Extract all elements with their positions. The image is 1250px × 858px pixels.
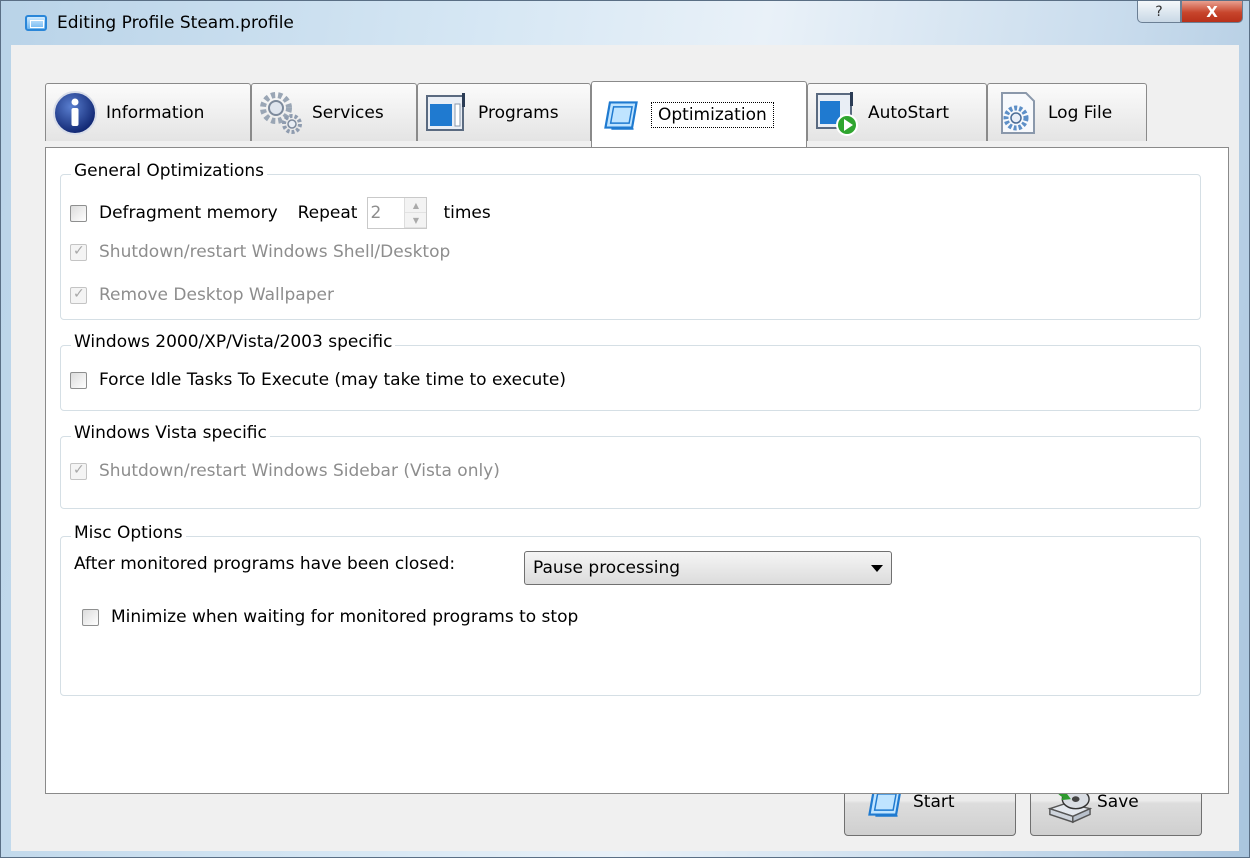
start-label: Start — [913, 792, 955, 812]
tab-programs[interactable]: Programs — [417, 83, 591, 141]
minimize-checkbox[interactable] — [82, 608, 99, 626]
spin-up-icon[interactable]: ▲ — [405, 198, 427, 213]
spinner-buttons: ▲ ▼ — [404, 198, 427, 228]
idle-tasks-label[interactable]: Force Idle Tasks To Execute (may take ti… — [99, 370, 566, 390]
tab-label: Programs — [478, 102, 559, 123]
close-button[interactable]: X — [1181, 1, 1243, 23]
tab-autostart[interactable]: AutoStart — [807, 83, 987, 141]
repeat-label: Repeat — [297, 203, 358, 223]
tab-information[interactable]: Information — [45, 83, 251, 141]
defragment-checkbox[interactable] — [70, 204, 87, 222]
info-icon — [53, 90, 97, 135]
window-controls: ? X — [1137, 1, 1243, 23]
defragment-label[interactable]: Defragment memory — [99, 203, 278, 223]
sidebar-checkbox — [70, 462, 87, 480]
shell-label: Shutdown/restart Windows Shell/Desktop — [99, 242, 451, 262]
times-label: times — [443, 203, 491, 223]
tab-label: Information — [106, 102, 205, 123]
after-closed-label: After monitored programs have been close… — [74, 554, 456, 574]
repeat-value[interactable]: 2 — [368, 198, 404, 228]
sidebar-label: Shutdown/restart Windows Sidebar (Vista … — [99, 461, 500, 481]
title-bar[interactable]: Editing Profile Steam.profile ? X — [1, 1, 1249, 45]
tab-label: Services — [312, 102, 384, 123]
autostart-icon — [816, 91, 858, 136]
idle-tasks-row: Force Idle Tasks To Execute (may take ti… — [70, 370, 566, 390]
defragment-row: Defragment memory Repeat 2 ▲ ▼ times — [70, 197, 491, 229]
wallpaper-checkbox — [70, 286, 87, 304]
wallpaper-label: Remove Desktop Wallpaper — [99, 285, 334, 305]
log-file-icon — [1001, 91, 1035, 134]
minimize-row: Minimize when waiting for monitored prog… — [82, 607, 578, 627]
tab-label: Optimization — [651, 101, 774, 128]
programs-icon — [426, 92, 465, 131]
tab-label: Log File — [1048, 102, 1113, 123]
after-closed-select[interactable]: Pause processing — [524, 551, 892, 585]
save-label: Save — [1097, 792, 1139, 812]
tab-optimization[interactable]: Optimization — [591, 81, 807, 147]
sidebar-row: Shutdown/restart Windows Sidebar (Vista … — [70, 461, 500, 481]
help-button[interactable]: ? — [1137, 1, 1181, 23]
group-title: Windows Vista specific — [71, 423, 270, 443]
group-title: Misc Options — [71, 523, 186, 543]
window-title: Editing Profile Steam.profile — [57, 13, 294, 33]
shell-checkbox — [70, 243, 87, 261]
chevron-down-icon — [871, 565, 883, 572]
optimization-icon — [604, 100, 638, 130]
wallpaper-row: Remove Desktop Wallpaper — [70, 285, 334, 305]
tab-services[interactable]: Services — [251, 83, 417, 141]
group-title: General Optimizations — [71, 161, 268, 181]
dialog-window: Editing Profile Steam.profile ? X Inform… — [0, 0, 1250, 858]
after-closed-value: Pause processing — [533, 558, 681, 578]
app-icon — [25, 15, 47, 31]
group-title: Windows 2000/XP/Vista/2003 specific — [71, 332, 396, 352]
gears-icon — [260, 91, 302, 134]
minimize-label[interactable]: Minimize when waiting for monitored prog… — [111, 607, 578, 627]
dialog-client: Information Services Programs Optimizati… — [11, 45, 1239, 851]
optimization-panel: General Optimizations Defragment memory … — [45, 147, 1229, 794]
idle-tasks-checkbox[interactable] — [70, 371, 87, 389]
tab-log-file[interactable]: Log File — [987, 83, 1147, 141]
shell-row: Shutdown/restart Windows Shell/Desktop — [70, 242, 450, 262]
spin-down-icon[interactable]: ▼ — [405, 213, 427, 228]
tab-label: AutoStart — [868, 102, 949, 123]
repeat-spinner[interactable]: 2 ▲ ▼ — [367, 197, 428, 229]
